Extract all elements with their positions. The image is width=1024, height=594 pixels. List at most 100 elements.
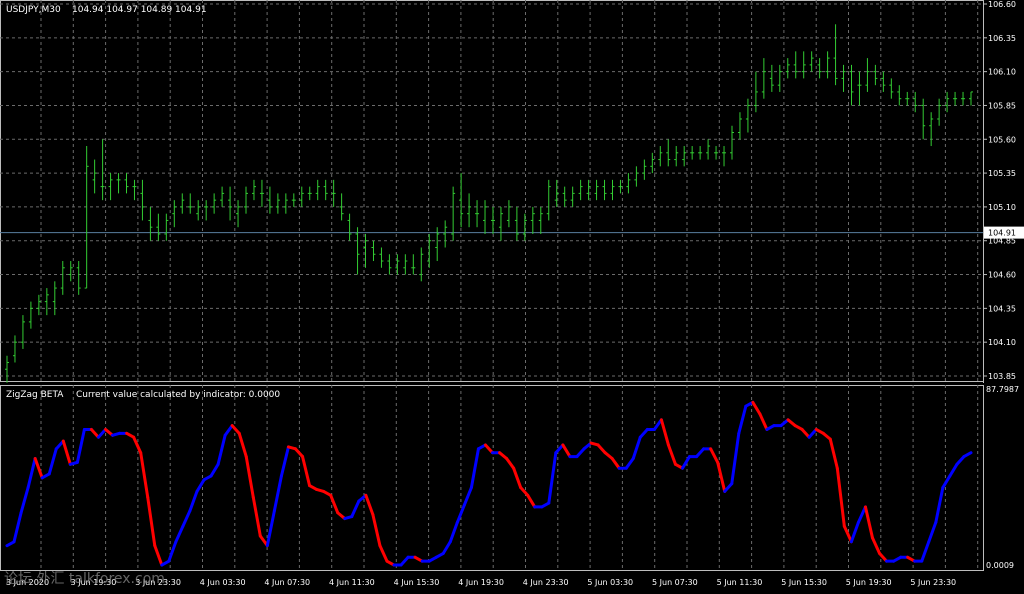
ohlc-bar (801, 51, 806, 79)
zigzag-segment (730, 431, 741, 486)
zigzag-segment (596, 443, 607, 455)
ohlc-bar (618, 179, 623, 194)
time-tick-label: 5 Jun 15:30 (781, 578, 827, 587)
ohlc-bar (467, 193, 472, 228)
price-tick-label: 103.85 (988, 372, 1016, 381)
ohlc-bar (204, 200, 209, 221)
zigzag-segment (230, 424, 241, 435)
ohlc-bar (578, 179, 583, 201)
ohlc-bar (76, 261, 81, 295)
ohlc-bar (148, 206, 153, 241)
ohlc-bar (777, 64, 782, 92)
zigzag-segment (723, 482, 734, 493)
ohlc-bar (769, 64, 774, 92)
ohlc-bar (690, 146, 695, 160)
zigzag-segment (61, 439, 72, 466)
time-tick-label: 5 Jun 23:30 (910, 578, 957, 587)
indicator-pane[interactable]: 87.7987 0.0009 ZigZag BETA Current value … (0, 385, 1024, 571)
zigzag-segment (955, 455, 966, 466)
ohlc-bar (267, 186, 272, 214)
zigzag-segment (695, 447, 706, 459)
price-tick-label: 106.10 (988, 68, 1016, 77)
ohlc-bar (387, 254, 392, 275)
zigzag-segment (842, 524, 853, 544)
zigzag-segment (132, 435, 143, 455)
zigzag-segment (800, 427, 811, 439)
zigzag-segment (920, 540, 931, 563)
watermark-logo: 论坛 外汇 talkforex.com (4, 571, 165, 587)
ohlc-bar (124, 173, 129, 194)
ohlc-bar (459, 173, 464, 228)
zigzag-segment (462, 486, 473, 507)
ohlc-bar (785, 58, 790, 79)
zigzag-segment (12, 511, 23, 544)
zigzag-segment (948, 462, 959, 478)
price-tick-label: 104.60 (988, 271, 1016, 280)
ohlc-bar (666, 139, 671, 167)
ohlc-bar (538, 206, 543, 234)
ohlc-bar (36, 294, 41, 316)
ohlc-bar (331, 179, 336, 207)
ohlc-bar (913, 91, 918, 113)
time-tick-label: 5 Jun 11:30 (716, 578, 763, 587)
ohlc-bar (363, 233, 368, 268)
price-chart-canvas[interactable]: 106.60 106.35 106.10 105.85 105.60 105.35 105.… (0, 0, 1024, 383)
zigzag-segment (293, 447, 305, 459)
ohlc-bar (817, 58, 822, 79)
indicator-canvas[interactable]: 87.7987 0.0009 (0, 385, 1024, 571)
ohlc-bar (251, 179, 256, 201)
zigzag-segment (856, 505, 867, 524)
time-tick-label: 4 Jun 23:30 (522, 578, 569, 587)
ohlc-bar (634, 166, 639, 187)
ohlc-bar (244, 186, 249, 214)
zigzag-segment (758, 412, 769, 431)
zigzag-segment (870, 536, 882, 555)
ohlc-bar (196, 200, 201, 221)
zigzag-segment (737, 404, 748, 435)
ohlc-bar (20, 315, 25, 349)
zigzag-segment (807, 427, 818, 439)
zigzag-segment (174, 524, 185, 544)
ohlc-bar (483, 200, 488, 234)
ohlc-bar (698, 146, 703, 160)
price-chart[interactable]: 106.60 106.35 106.10 105.85 105.60 105.35 105.… (0, 0, 1024, 383)
ohlc-bar (419, 247, 424, 282)
ohlc-bar (594, 179, 599, 201)
ohlc-bar (937, 98, 942, 126)
ohlc-bar (929, 112, 934, 147)
zigzag-segment (448, 520, 459, 544)
ohlc-bar (315, 179, 320, 201)
zigzag-segment (828, 437, 839, 470)
ohlc-bar (92, 159, 97, 194)
ohlc-bar (5, 355, 9, 383)
zigzag-segment (849, 520, 860, 544)
ohlc-bar (291, 193, 296, 207)
ohlc-bar (873, 64, 878, 86)
zigzag-segment (153, 544, 164, 567)
ohlc-bar (753, 71, 758, 113)
ohlc-bar (355, 227, 360, 275)
zigzag-segment (666, 443, 677, 466)
ohlc-bar (68, 261, 73, 282)
ohlc-bar (259, 179, 264, 207)
ohlc-bar (897, 85, 902, 106)
zigzag-segment (483, 443, 495, 455)
ohlc-bar (52, 281, 57, 316)
ohlc-bar (961, 91, 966, 106)
ohlc-bar (953, 91, 958, 106)
zigzag-segment (610, 457, 621, 470)
zigzag-segment (751, 400, 762, 416)
ohlc-bar (905, 91, 910, 106)
zigzag-segment (561, 443, 572, 459)
zigzag-segment (181, 509, 192, 528)
zigzag-segment (835, 466, 846, 528)
price-tick-label: 104.35 (988, 304, 1016, 313)
zigzag-segment (371, 513, 382, 548)
zigzag-segment (681, 455, 692, 470)
ohlc-bar (347, 213, 352, 241)
symbol-timeframe-label: USDJPY,M30 (6, 5, 61, 15)
zigzag-segment (631, 435, 642, 461)
zigzag-segment (75, 427, 86, 464)
zigzag-segment (272, 474, 283, 513)
zigzag-segment (237, 431, 248, 459)
